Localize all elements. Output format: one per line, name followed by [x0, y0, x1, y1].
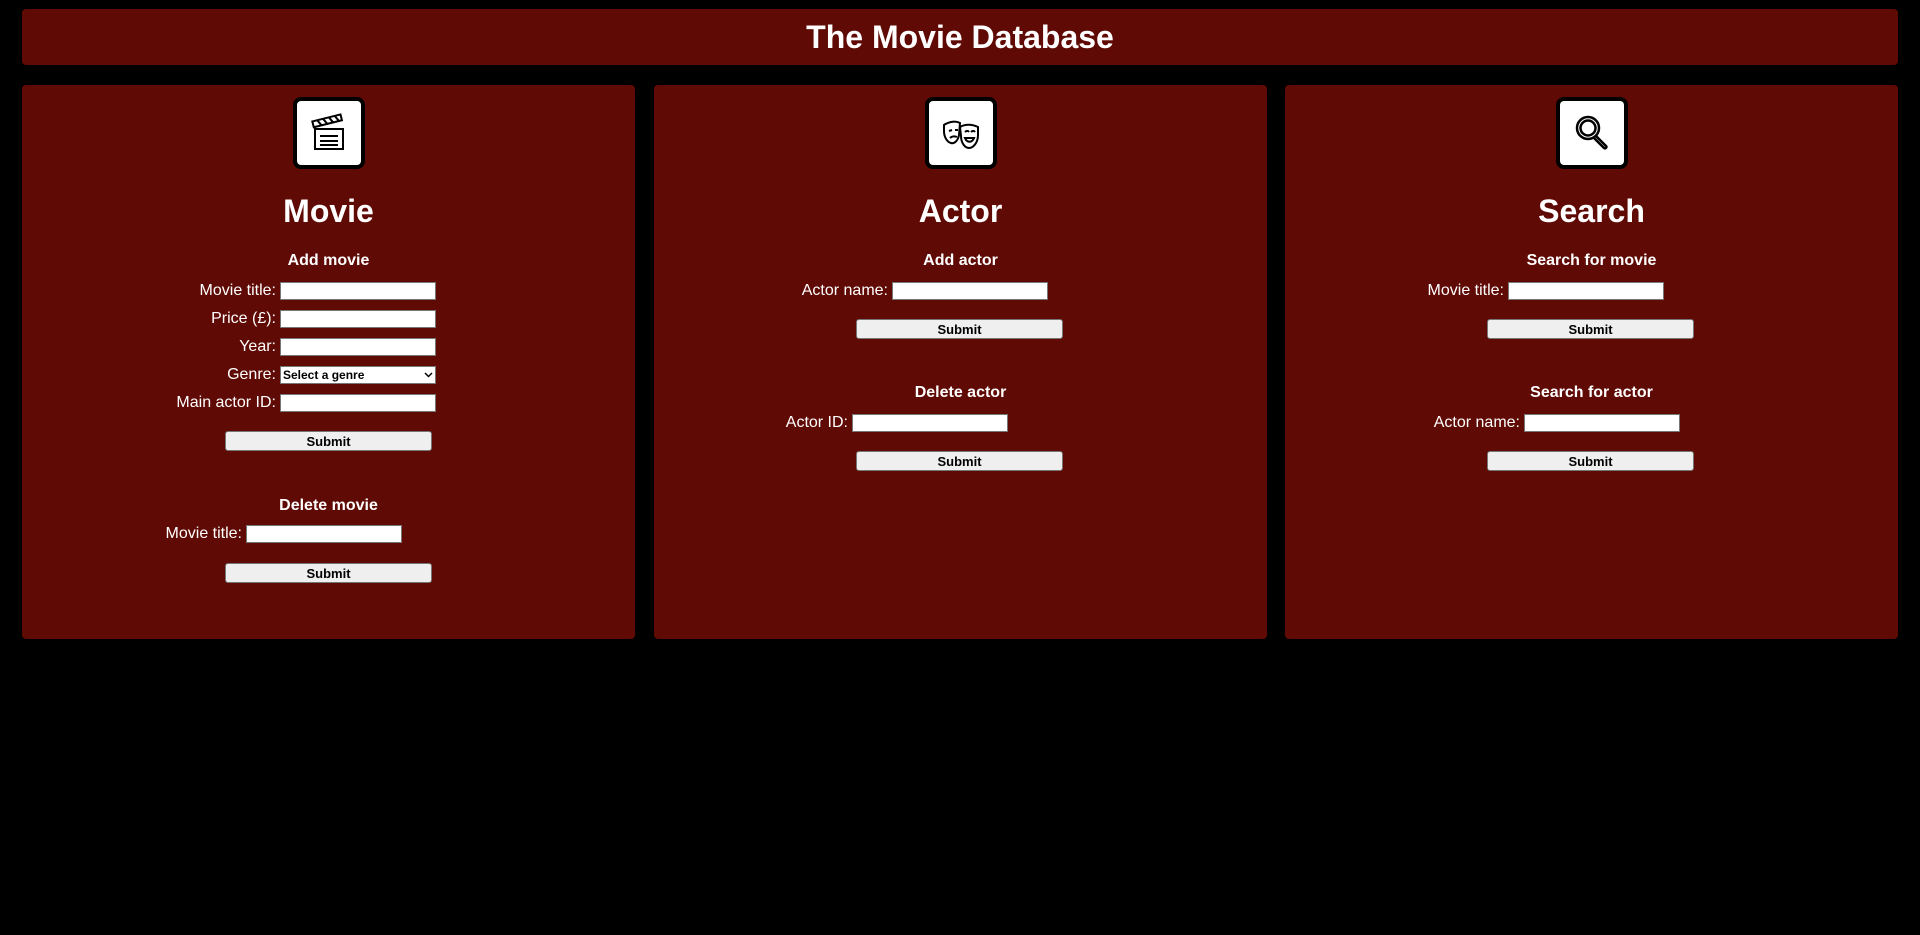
actor-name-row: Actor name: — [802, 280, 1048, 302]
search-actor-heading: Search for actor — [1530, 384, 1653, 401]
movie-panel: Movie Add movie Movie title: Price (£): … — [22, 85, 635, 639]
search-panel: Search Search for movie Movie title: Sub… — [1285, 85, 1898, 639]
delete-movie-title-label: Movie title: — [165, 525, 242, 542]
genre-select-value: Select a genre — [283, 368, 365, 382]
delete-movie-title-row: Movie title: — [166, 523, 402, 545]
chevron-down-icon — [424, 372, 433, 378]
price-row: Price (£): — [211, 308, 436, 330]
add-movie-heading: Add movie — [287, 252, 370, 269]
search-movie-submit-button[interactable]: Submit — [1487, 319, 1694, 339]
search-movie-title-row: Movie title: — [1428, 280, 1664, 302]
actor-id-input[interactable] — [852, 414, 1008, 432]
delete-movie-heading: Delete movie — [279, 497, 378, 514]
magnifier-icon — [1555, 97, 1628, 169]
genre-row: Genre: Select a genre — [227, 364, 436, 386]
clapperboard-icon — [292, 97, 365, 169]
page-title: The Movie Database — [806, 18, 1114, 55]
actor-name-label: Actor name: — [801, 282, 888, 299]
search-movie-heading: Search for movie — [1526, 252, 1657, 269]
search-movie-title-label: Movie title: — [1427, 282, 1504, 299]
year-row: Year: — [239, 336, 436, 358]
theater-masks-icon — [924, 97, 997, 169]
actor-id-row: Actor ID: — [786, 412, 1008, 434]
add-actor-heading: Add actor — [923, 252, 998, 269]
price-label: Price (£): — [211, 310, 276, 327]
search-actor-name-label: Actor name: — [1433, 414, 1520, 431]
page-header: The Movie Database — [22, 9, 1898, 65]
genre-label: Genre: — [227, 366, 276, 383]
add-actor-submit-button[interactable]: Submit — [856, 319, 1063, 339]
delete-movie-submit-button[interactable]: Submit — [225, 563, 432, 583]
search-panel-title: Search — [1538, 193, 1645, 229]
main-actor-id-input[interactable] — [280, 394, 436, 412]
genre-select[interactable]: Select a genre — [280, 366, 436, 384]
delete-actor-submit-button[interactable]: Submit — [856, 451, 1063, 471]
search-actor-name-row: Actor name: — [1434, 412, 1680, 434]
main-actor-id-row: Main actor ID: — [176, 392, 436, 414]
search-actor-name-input[interactable] — [1524, 414, 1680, 432]
actor-panel-title: Actor — [918, 193, 1003, 229]
actor-id-label: Actor ID: — [785, 414, 848, 431]
price-input[interactable] — [280, 310, 436, 328]
search-movie-title-input[interactable] — [1508, 282, 1664, 300]
year-label: Year: — [239, 338, 276, 355]
movie-panel-title: Movie — [283, 193, 374, 229]
main-actor-id-label: Main actor ID: — [176, 394, 276, 411]
movie-title-row: Movie title: — [200, 280, 436, 302]
year-input[interactable] — [280, 338, 436, 356]
actor-name-input[interactable] — [892, 282, 1048, 300]
add-movie-submit-button[interactable]: Submit — [225, 431, 432, 451]
movie-title-label: Movie title: — [199, 282, 276, 299]
delete-actor-heading: Delete actor — [914, 384, 1007, 401]
delete-movie-title-input[interactable] — [246, 525, 402, 543]
search-actor-submit-button[interactable]: Submit — [1487, 451, 1694, 471]
actor-panel: Actor Add actor Actor name: Submit Delet… — [654, 85, 1267, 639]
movie-title-input[interactable] — [280, 282, 436, 300]
